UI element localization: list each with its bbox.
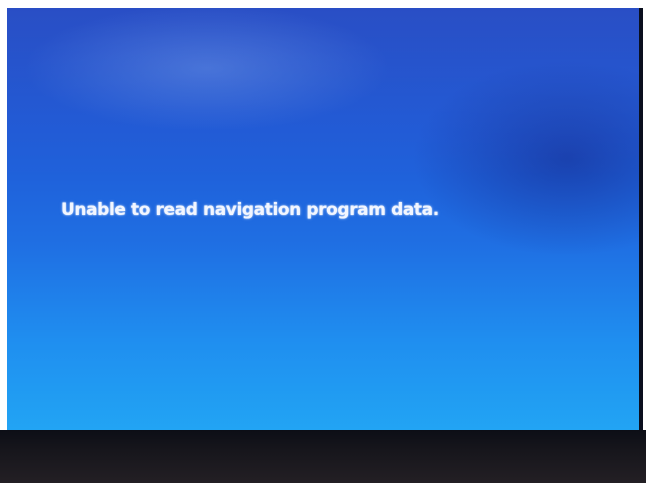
navigation-screen: Unable to read navigation program data. xyxy=(7,8,643,438)
bezel-bottom xyxy=(0,430,646,483)
display-frame: Unable to read navigation program data. xyxy=(0,0,646,483)
error-message: Unable to read navigation program data. xyxy=(61,200,439,220)
screen-glare xyxy=(7,8,639,438)
